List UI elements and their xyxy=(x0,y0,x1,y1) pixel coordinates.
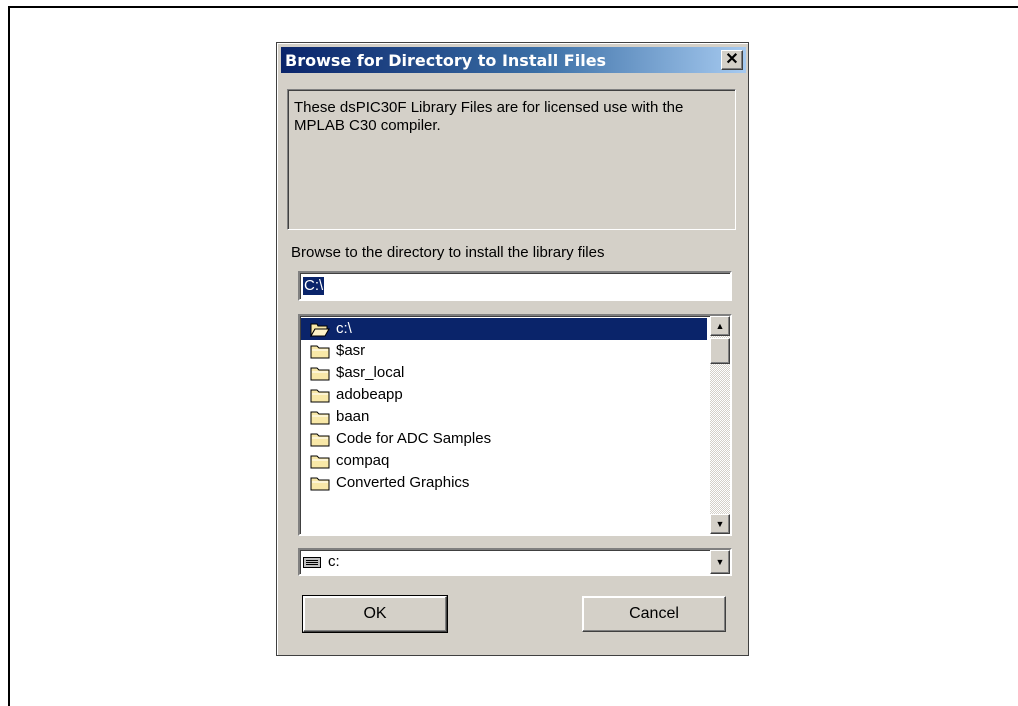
folder-icon xyxy=(310,455,330,469)
path-input[interactable]: C:\ xyxy=(298,271,732,301)
folder-item-label: baan xyxy=(336,408,370,425)
chevron-down-icon: ▼ xyxy=(715,557,725,567)
drive-dropdown-button[interactable]: ▼ xyxy=(710,550,730,574)
folder-item-label: compaq xyxy=(336,452,390,469)
title-bar[interactable]: Browse for Directory to Install Files ✕ xyxy=(281,47,746,73)
close-button[interactable]: ✕ xyxy=(721,50,743,70)
drive-icon xyxy=(303,557,321,568)
folder-item-label: c:\ xyxy=(336,320,352,337)
folder-item-label: Code for ADC Samples xyxy=(336,430,492,447)
vertical-scrollbar[interactable]: ▲ ▼ xyxy=(710,316,730,534)
scroll-thumb[interactable] xyxy=(710,338,730,364)
folder-icon xyxy=(310,345,330,359)
folder-item[interactable]: baan xyxy=(310,406,700,428)
path-input-value: C:\ xyxy=(303,277,325,295)
drive-value: c: xyxy=(328,553,340,570)
folder-item-root[interactable]: c:\ xyxy=(301,318,707,340)
scroll-down-button[interactable]: ▼ xyxy=(710,514,730,534)
dialog-title: Browse for Directory to Install Files xyxy=(285,51,607,70)
browse-label: Browse to the directory to install the l… xyxy=(291,244,605,261)
folder-item-label: $asr xyxy=(336,342,366,359)
scroll-up-button[interactable]: ▲ xyxy=(710,316,730,336)
folder-item[interactable]: $asr_local xyxy=(310,362,700,384)
folder-icon xyxy=(310,367,330,381)
open-folder-icon xyxy=(310,323,330,337)
folder-icon xyxy=(310,411,330,425)
folder-item[interactable]: adobeapp xyxy=(310,384,700,406)
up-arrow-icon: ▲ xyxy=(715,321,725,331)
close-icon: ✕ xyxy=(725,51,739,68)
browse-dialog: Browse for Directory to Install Files ✕ … xyxy=(276,42,749,656)
info-panel: These dsPIC30F Library Files are for lic… xyxy=(287,89,736,230)
folder-icon xyxy=(310,477,330,491)
folder-icon xyxy=(310,389,330,403)
folder-item-label: $asr_local xyxy=(336,364,405,381)
folder-item[interactable]: compaq xyxy=(310,450,700,472)
folder-item-label: adobeapp xyxy=(336,386,403,403)
down-arrow-icon: ▼ xyxy=(715,519,725,529)
folder-item-label: Converted Graphics xyxy=(336,474,470,491)
ok-button[interactable]: OK xyxy=(302,595,448,633)
folder-tree[interactable]: c:\ $asr $asr_local adobeapp baan Code f… xyxy=(298,314,732,536)
folder-item[interactable]: $asr xyxy=(310,340,700,362)
folder-item[interactable]: Converted Graphics xyxy=(310,472,700,494)
cancel-button[interactable]: Cancel xyxy=(582,596,726,632)
folder-icon xyxy=(310,433,330,447)
folder-item[interactable]: Code for ADC Samples xyxy=(310,428,700,450)
info-text: These dsPIC30F Library Files are for lic… xyxy=(294,99,684,134)
drive-select[interactable]: c: ▼ xyxy=(298,548,732,576)
